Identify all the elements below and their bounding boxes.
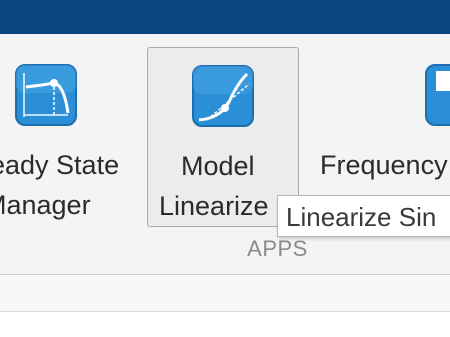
app-label-line2: Manager	[0, 190, 91, 220]
app-label-line2: Linearize	[159, 191, 269, 221]
window-title-bar	[0, 0, 450, 34]
steady-state-manager-icon	[15, 64, 77, 126]
app-label-line1: Frequency	[320, 150, 448, 180]
app-steady-state-manager[interactable]: eady State Manager	[0, 47, 130, 227]
toolbar-strip	[0, 275, 450, 312]
tooltip: Linearize Sin	[277, 195, 450, 237]
app-label-line1: eady State	[0, 150, 120, 180]
model-linearizer-icon	[192, 65, 254, 127]
frequency-response-estimator-icon: F	[425, 64, 450, 126]
ribbon-group-label: APPS	[247, 236, 308, 261]
apps-ribbon: eady State Manager Model Linearize F Fre…	[0, 34, 450, 275]
tooltip-text: Linearize Sin	[286, 202, 437, 232]
app-label-line1: Model	[181, 151, 255, 181]
